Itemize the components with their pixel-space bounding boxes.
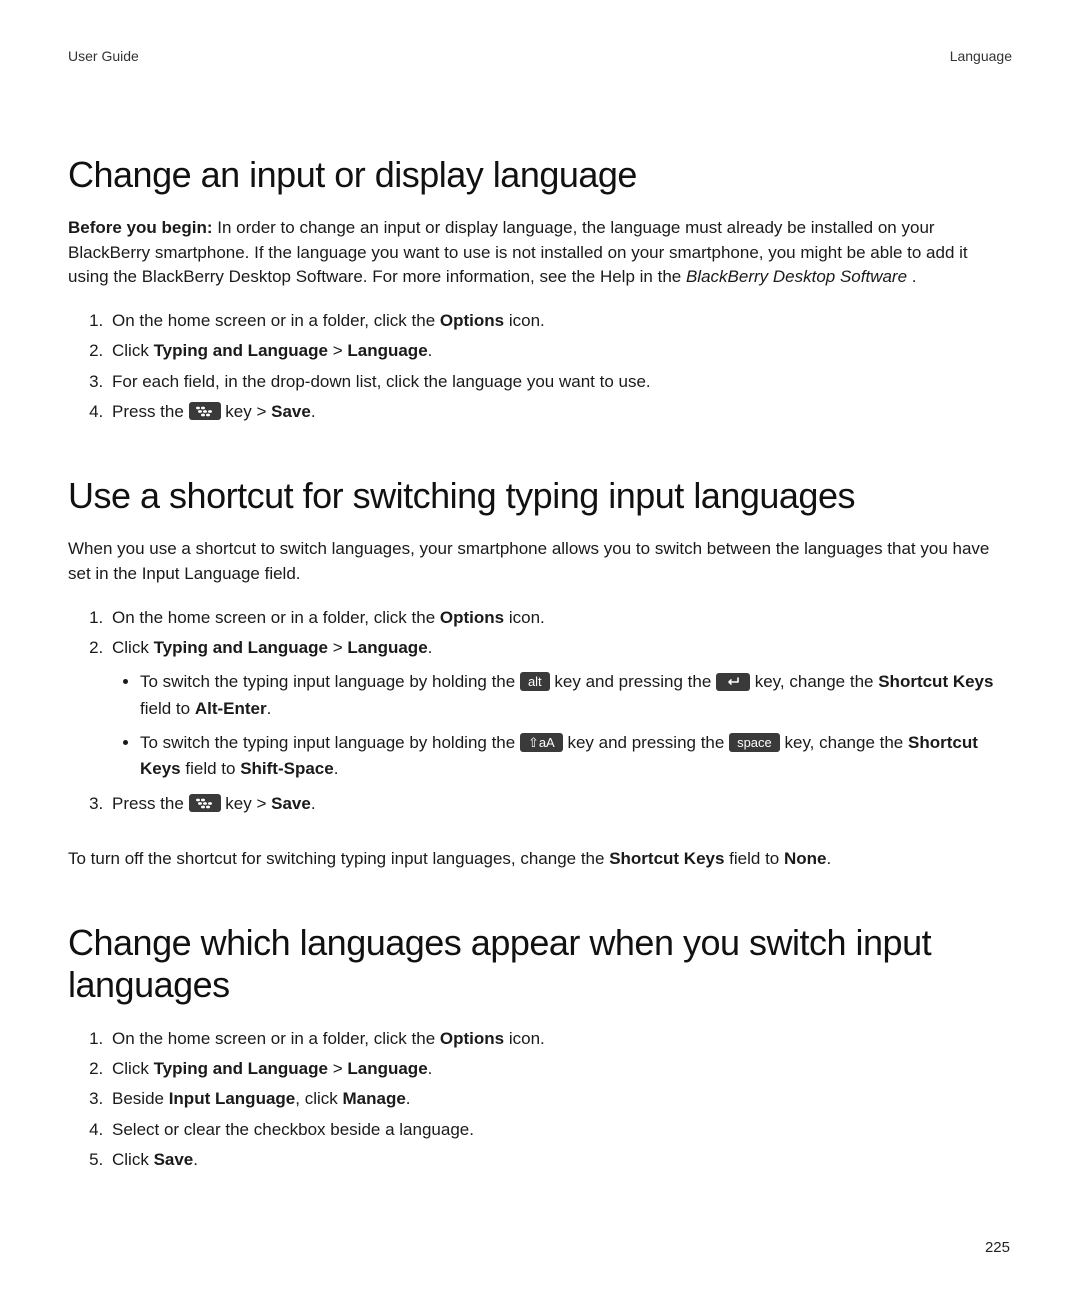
intro-end: . xyxy=(907,267,916,286)
header-right: Language xyxy=(950,48,1012,64)
step: Click Typing and Language > Language. xyxy=(108,338,1012,364)
section-which-languages: Change which languages appear when you s… xyxy=(68,922,1012,1174)
step: On the home screen or in a folder, click… xyxy=(108,1026,1012,1052)
sub-bullets: To switch the typing input language by h… xyxy=(112,669,1012,782)
blackberry-key-icon xyxy=(189,402,221,420)
blackberry-key-icon xyxy=(189,794,221,812)
steps-list-2: On the home screen or in a folder, click… xyxy=(68,605,1012,817)
shift-key-icon: ⇧aA xyxy=(520,733,563,752)
step: Press the key > Save. xyxy=(108,399,1012,425)
before-you-begin-label: Before you begin: xyxy=(68,218,213,237)
step: Beside Input Language, click Manage. xyxy=(108,1086,1012,1112)
section-change-language: Change an input or display language Befo… xyxy=(68,154,1012,425)
step: Click Typing and Language > Language. xyxy=(108,1056,1012,1082)
intro-paragraph-2: When you use a shortcut to switch langua… xyxy=(68,537,1012,586)
closing-paragraph: To turn off the shortcut for switching t… xyxy=(68,847,1012,872)
page: User Guide Language Change an input or d… xyxy=(0,0,1080,1296)
step: Press the key > Save. xyxy=(108,791,1012,817)
section-shortcut-switch: Use a shortcut for switching typing inpu… xyxy=(68,475,1012,871)
header-left: User Guide xyxy=(68,48,139,64)
steps-list-1: On the home screen or in a folder, click… xyxy=(68,308,1012,425)
alt-key-icon: alt xyxy=(520,672,550,691)
step: Select or clear the checkbox beside a la… xyxy=(108,1117,1012,1143)
intro-italic: BlackBerry Desktop Software xyxy=(686,267,907,286)
heading-which-languages: Change which languages appear when you s… xyxy=(68,922,1012,1006)
bullet: To switch the typing input language by h… xyxy=(140,730,1012,783)
enter-key-icon xyxy=(716,673,750,691)
space-key-icon: space xyxy=(729,733,780,752)
bullet: To switch the typing input language by h… xyxy=(140,669,1012,722)
intro-paragraph: Before you begin: In order to change an … xyxy=(68,216,1012,290)
steps-list-3: On the home screen or in a folder, click… xyxy=(68,1026,1012,1174)
step: Click Save. xyxy=(108,1147,1012,1173)
step: For each field, in the drop-down list, c… xyxy=(108,369,1012,395)
step: Click Typing and Language > Language. To… xyxy=(108,635,1012,783)
heading-change-language: Change an input or display language xyxy=(68,154,1012,196)
heading-shortcut: Use a shortcut for switching typing inpu… xyxy=(68,475,1012,517)
page-header: User Guide Language xyxy=(68,48,1012,64)
step: On the home screen or in a folder, click… xyxy=(108,605,1012,631)
page-number: 225 xyxy=(985,1239,1010,1256)
step: On the home screen or in a folder, click… xyxy=(108,308,1012,334)
